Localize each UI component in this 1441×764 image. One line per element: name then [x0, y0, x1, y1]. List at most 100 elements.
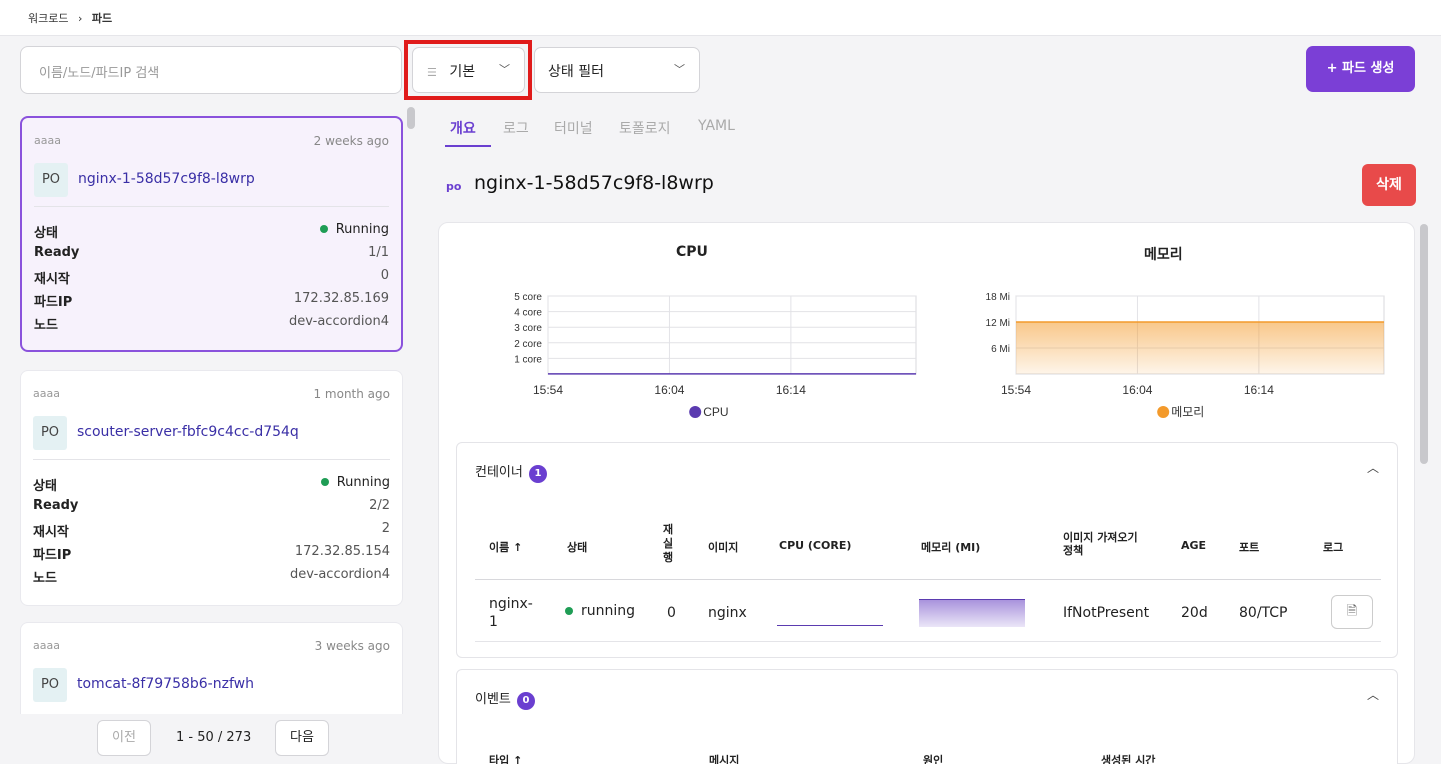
- pod-namespace: aaaa: [33, 639, 60, 652]
- pod-kind-badge: PO: [34, 163, 68, 197]
- restart-value: 0: [380, 268, 389, 283]
- list-scrollbar[interactable]: [407, 107, 415, 129]
- col-name[interactable]: 이름 ↑: [489, 539, 522, 555]
- y-tick-label: 18 Mi: [986, 292, 1010, 303]
- pod-card[interactable]: aaaa 2 weeks ago PO nginx-1-58d57c9f8-l8…: [20, 116, 403, 352]
- col-created: 생성된 시간: [1101, 754, 1156, 764]
- page-range: 1 - 50 / 273: [176, 730, 252, 745]
- containers-count-badge: 1: [528, 465, 547, 483]
- events-section: 이벤트 0 ︿ 타입 ↑ 메시지 원인 생성된 시간: [456, 669, 1398, 764]
- containers-title: 컨테이너 1: [475, 461, 547, 483]
- col-age: AGE: [1181, 539, 1207, 552]
- y-tick-label: 6 Mi: [991, 344, 1010, 355]
- status-filter-dropdown[interactable]: 상태 필터 ﹀: [534, 47, 700, 93]
- x-tick-label: 16:14: [1244, 383, 1274, 397]
- pod-ip-label: 파드IP: [34, 295, 73, 310]
- breadcrumb-parent[interactable]: 워크로드: [28, 12, 68, 25]
- status-value: Running: [320, 475, 390, 490]
- y-tick-label: 1 core: [514, 354, 542, 365]
- legend-dot: [1157, 406, 1170, 418]
- pod-list: aaaa 2 weeks ago PO nginx-1-58d57c9f8-l8…: [0, 104, 424, 722]
- pod-kind-badge: PO: [33, 668, 67, 702]
- x-tick-label: 16:04: [1122, 383, 1152, 397]
- cpu-chart-title: CPU: [676, 244, 708, 260]
- tab-terminal[interactable]: 터미널: [554, 118, 593, 138]
- node-value: dev-accordion4: [290, 567, 390, 582]
- status-text: Running: [335, 222, 389, 237]
- restart-label: 재시작: [33, 525, 69, 540]
- collapse-icon[interactable]: ︿: [1367, 686, 1379, 703]
- containers-section: 컨테이너 1 ︿ 이름 ↑ 상태 재 실 행 이미지 CPU (CORE) 메모…: [456, 442, 1398, 658]
- pod-name[interactable]: scouter-server-fbfc9c4cc-d754q: [77, 424, 299, 440]
- log-file-icon[interactable]: 🗎: [1331, 595, 1373, 629]
- next-page-button[interactable]: 다음: [275, 720, 329, 756]
- status-filter-label: 상태 필터: [548, 64, 604, 80]
- top-bar: [0, 0, 1441, 36]
- ready-label: Ready: [34, 245, 80, 260]
- pod-ip-value: 172.32.85.154: [294, 544, 390, 559]
- col-port: 포트: [1239, 541, 1260, 554]
- col-status: 상태: [567, 541, 588, 554]
- status-label: 상태: [34, 226, 58, 241]
- memory-sparkline: [919, 599, 1025, 627]
- pod-age: 1 month ago: [313, 387, 390, 401]
- col-image: 이미지: [708, 541, 739, 554]
- prev-page-button[interactable]: 이전: [97, 720, 151, 756]
- series-area: [1016, 322, 1384, 374]
- breadcrumb-separator-icon: ›: [77, 12, 83, 25]
- collapse-icon[interactable]: ︿: [1367, 459, 1379, 476]
- ready-value: 2/2: [369, 498, 390, 513]
- col-type[interactable]: 타입 ↑: [489, 752, 522, 764]
- events-count-badge: 0: [517, 692, 536, 710]
- node-label: 노드: [34, 318, 58, 333]
- ready-label: Ready: [33, 498, 79, 513]
- tab-overview[interactable]: 개요: [450, 118, 476, 138]
- y-tick-label: 5 core: [514, 292, 542, 303]
- container-port: 80/TCP: [1239, 605, 1288, 621]
- detail-scrollbar[interactable]: [1420, 224, 1428, 464]
- y-tick-label: 3 core: [514, 323, 542, 334]
- tab-topology[interactable]: 토폴로지: [619, 118, 671, 138]
- node-label: 노드: [33, 571, 57, 586]
- col-message: 메시지: [709, 754, 740, 764]
- status-text: Running: [336, 475, 390, 490]
- y-tick-label: 12 Mi: [986, 318, 1010, 329]
- pod-namespace: aaaa: [34, 134, 61, 147]
- tab-logs[interactable]: 로그: [503, 118, 529, 138]
- container-pull-policy: IfNotPresent: [1063, 605, 1150, 621]
- events-title: 이벤트 0: [475, 688, 536, 710]
- x-tick-label: 15:54: [533, 383, 563, 397]
- legend-label: CPU: [703, 405, 728, 419]
- pod-age: 3 weeks ago: [314, 639, 390, 653]
- delete-button[interactable]: 삭제: [1362, 164, 1416, 206]
- col-restarts: 재 실 행: [663, 523, 674, 564]
- container-name: nginx- 1: [489, 596, 533, 630]
- cpu-sparkline: [777, 625, 883, 626]
- pod-name[interactable]: tomcat-8f79758b6-nzfwh: [77, 676, 254, 692]
- divider: [33, 459, 390, 460]
- x-tick-label: 15:54: [1001, 383, 1031, 397]
- cpu-chart: 15:54 16:04 16:14 5 core 4 core 3 core 2 core 1…: [514, 292, 917, 419]
- col-log: 로그: [1323, 541, 1344, 554]
- pod-age: 2 weeks ago: [313, 134, 389, 148]
- search-placeholder: 이름/노드/파드IP 검색: [39, 66, 160, 81]
- search-input[interactable]: 이름/노드/파드IP 검색: [20, 46, 402, 94]
- pod-name[interactable]: nginx-1-58d57c9f8-l8wrp: [78, 171, 255, 187]
- pod-card[interactable]: aaaa 1 month ago PO scouter-server-fbfc9…: [20, 370, 403, 606]
- pod-title: nginx-1-58d57c9f8-l8wrp: [474, 172, 714, 194]
- status-dot-icon: [320, 478, 329, 486]
- col-memory: 메모리 (MI): [921, 541, 981, 554]
- container-status: running: [565, 603, 635, 619]
- create-pod-button[interactable]: + 파드 생성: [1306, 46, 1415, 92]
- chevron-down-icon: ﹀: [674, 63, 685, 76]
- tab-yaml[interactable]: YAML: [698, 118, 735, 134]
- breadcrumb-current: 파드: [91, 12, 113, 25]
- pod-ip-label: 파드IP: [33, 548, 72, 563]
- y-tick-label: 4 core: [514, 308, 542, 319]
- events-title-text: 이벤트: [475, 692, 511, 707]
- legend-dot: [689, 406, 702, 418]
- pod-card[interactable]: aaaa 3 weeks ago PO tomcat-8f79758b6-nzf…: [20, 622, 403, 722]
- pod-ip-value: 172.32.85.169: [293, 291, 389, 306]
- table-row-divider: [475, 641, 1381, 642]
- memory-chart-title: 메모리: [1144, 247, 1183, 263]
